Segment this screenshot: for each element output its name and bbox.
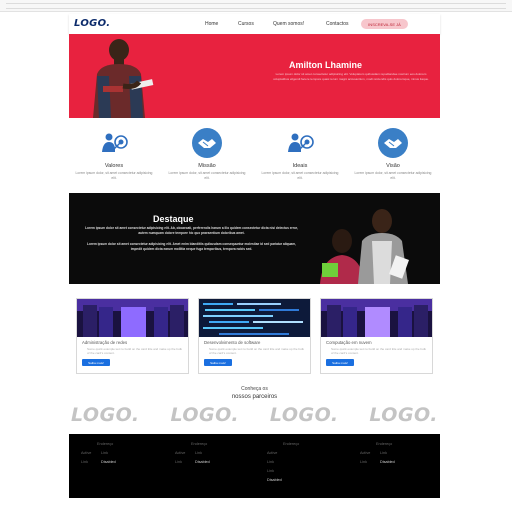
handshake-icon: [378, 128, 408, 158]
card-text: Some quick example text to build on the …: [87, 347, 182, 355]
footer-link[interactable]: Link: [101, 451, 121, 455]
value-item-missao: Missão Lorem ipsum dolor, sit amet conse…: [167, 128, 247, 180]
footer-link[interactable]: Link: [175, 460, 195, 464]
footer-column: Endereço Active Link Link Disabled: [360, 442, 400, 464]
footer-heading: Endereço: [191, 442, 208, 446]
values-section: Valores Lorem ipsum dolor, sit amet cons…: [69, 118, 440, 193]
footer-column: Endereço Active Link Link Disabled: [175, 442, 215, 464]
partner-logo[interactable]: LOGO.: [270, 404, 339, 428]
course-card: Administração de redes Some quick exampl…: [76, 298, 189, 374]
brand-logo[interactable]: LOGO.: [74, 18, 110, 29]
highlight-paragraph: Lorem ipsum dolor sit amet consectetur a…: [85, 226, 298, 235]
footer-link[interactable]: Link: [81, 460, 101, 464]
footer-link[interactable]: Link: [267, 460, 287, 464]
highlight-section: Destaque Lorem ipsum dolor sit amet cons…: [69, 193, 440, 284]
value-item-visao: Visão Lorem ipsum dolor, sit amet consec…: [353, 128, 433, 180]
card-title: Computação em nuvem: [326, 340, 372, 345]
value-title: Valores: [104, 163, 124, 169]
hero-section: Amilton Lhamine Lorem ipsum dolor sit am…: [69, 34, 440, 118]
card-title: Desenvolvimento de software: [204, 340, 261, 345]
footer-link-active[interactable]: Active: [360, 451, 380, 455]
value-title: Missão: [198, 163, 216, 169]
footer: Endereço Active Link Link Disabled Ender…: [69, 434, 440, 498]
footer-link[interactable]: Link: [360, 460, 380, 464]
partners-heading-line1: Conheça os: [241, 386, 268, 392]
footer-link[interactable]: Link: [267, 469, 287, 473]
landing-page: LOGO. Home Cursos Quem somos! Contactos …: [69, 14, 440, 498]
target-icon: [285, 128, 315, 158]
nav-link-quem-somos[interactable]: Quem somos!: [273, 21, 304, 27]
value-text: Lorem ipsum dolor, sit amet consectetur …: [75, 171, 153, 180]
hero-title: Amilton Lhamine: [289, 60, 363, 70]
courses-cards: Administração de redes Some quick exampl…: [76, 298, 433, 376]
value-text: Lorem ipsum dolor, sit amet consectetur …: [168, 171, 246, 180]
footer-link-active[interactable]: Active: [267, 451, 287, 455]
footer-link-active[interactable]: Active: [175, 451, 195, 455]
server-room-image: [77, 299, 188, 337]
partner-logos: LOGO. LOGO. LOGO. LOGO.: [71, 404, 438, 428]
nav-link-home[interactable]: Home: [205, 21, 218, 27]
footer-heading: Endereço: [97, 442, 114, 446]
value-item-valores: Valores Lorem ipsum dolor, sit amet cons…: [74, 128, 154, 180]
footer-link-disabled: Disabled: [380, 460, 395, 464]
course-card: Desenvolvimento de software Some quick e…: [198, 298, 311, 374]
highlight-paragraph: Lorem ipsum dolor sit amet consectetur a…: [87, 242, 296, 251]
highlight-title: Destaque: [153, 214, 194, 224]
partner-logo[interactable]: LOGO.: [170, 404, 239, 428]
card-text: Some quick example text to build on the …: [331, 347, 426, 355]
learn-more-button[interactable]: Saiba mais!: [82, 359, 110, 366]
nav-link-contactos[interactable]: Contactos: [326, 21, 349, 27]
hero-text: Lorem ipsum dolor sit amet consectetur a…: [273, 72, 429, 81]
footer-link-active[interactable]: Active: [81, 451, 101, 455]
footer-link-disabled: Disabled: [195, 460, 210, 464]
value-text: Lorem ipsum dolor, sit amet consectetur …: [261, 171, 339, 180]
card-text: Some quick example text to build on the …: [209, 347, 304, 355]
card-title: Administração de redes: [82, 340, 128, 345]
partner-logo[interactable]: LOGO.: [369, 404, 438, 428]
learn-more-button[interactable]: Saiba mais!: [326, 359, 354, 366]
signup-button[interactable]: INSCREVA-SE JÁ: [361, 19, 408, 29]
footer-heading: Endereço: [283, 442, 300, 446]
browser-top-strip: [0, 0, 512, 12]
value-title: Ideais: [292, 163, 308, 169]
footer-link[interactable]: Link: [380, 451, 400, 455]
footer-column: Endereço Active Link Link Disabled: [81, 442, 121, 464]
footer-column: Endereço Active Link Link Disabled: [267, 442, 299, 482]
navbar: LOGO. Home Cursos Quem somos! Contactos …: [69, 14, 440, 34]
footer-link-disabled: Disabled: [267, 478, 282, 482]
footer-heading: Endereço: [376, 442, 393, 446]
course-card: Computação em nuvem Some quick example t…: [320, 298, 433, 374]
learn-more-button[interactable]: Saiba mais!: [204, 359, 232, 366]
footer-link-disabled: Disabled: [101, 460, 116, 464]
nav-link-cursos[interactable]: Cursos: [238, 21, 254, 27]
student-photo: [93, 39, 154, 118]
handshake-icon: [192, 128, 222, 158]
value-item-ideais: Ideais Lorem ipsum dolor, sit amet conse…: [260, 128, 340, 180]
datacenter-image: [321, 299, 432, 337]
students-photo: [320, 209, 409, 284]
partner-logo[interactable]: LOGO.: [71, 404, 140, 428]
code-screen-image: [199, 299, 310, 337]
value-title: Visão: [386, 163, 400, 169]
footer-link[interactable]: Link: [195, 451, 215, 455]
partners-heading-line2: nossos parceiros: [231, 394, 278, 400]
value-text: Lorem ipsum dolor, sit amet consectetur …: [354, 171, 432, 180]
target-icon: [99, 128, 129, 158]
